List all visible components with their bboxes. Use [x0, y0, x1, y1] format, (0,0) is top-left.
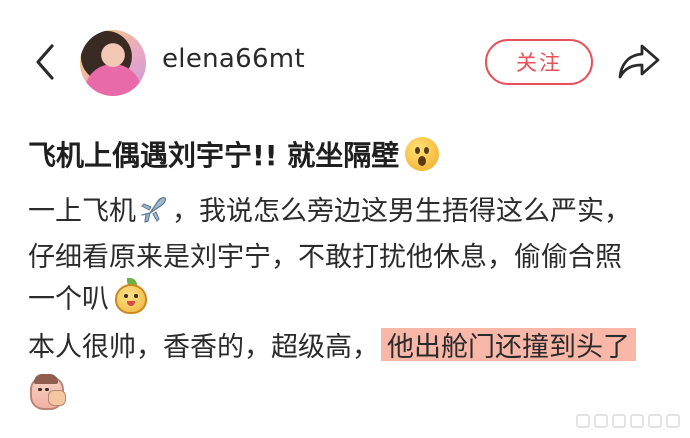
follow-button[interactable]: 关注 — [485, 39, 593, 85]
mango-sticker-icon — [111, 277, 151, 316]
share-arrow-icon — [618, 44, 660, 79]
watermark-logo — [576, 414, 680, 428]
shy-face-sticker-icon — [28, 372, 68, 412]
surprised-face-icon — [405, 137, 440, 171]
chevron-left-icon — [36, 44, 54, 80]
post-header: elena66mt 关注 — [0, 0, 690, 122]
body-text: 本人很帅，香香的，超级高， — [28, 332, 379, 363]
post-body-line-4: 本人很帅，香香的，超级高， 他出舱门还撞到头了 — [28, 325, 636, 364]
post-title-text: 飞机上偶遇刘宇宁!! 就坐隔壁 — [28, 139, 400, 172]
highlighted-text: 他出舱门还撞到头了 — [381, 325, 636, 364]
post-title: 飞机上偶遇刘宇宁!! 就坐隔壁 — [28, 134, 440, 174]
post-body-line-2: 仔细看原来是刘宇宁，不敢打扰他休息，偷偷合照 — [28, 235, 622, 274]
back-button[interactable] — [28, 40, 62, 84]
username[interactable]: elena66mt — [162, 44, 305, 74]
body-text: 一上飞机 — [28, 196, 136, 227]
body-text: 一个叭 — [28, 284, 109, 315]
avatar[interactable] — [80, 30, 146, 96]
body-text: ，我说怎么旁边这男生捂得这么严实， — [172, 196, 631, 227]
airplane-icon — [141, 196, 166, 223]
post-body-line-3: 一个叭 — [28, 277, 151, 316]
post-body-line-1: 一上飞机 ，我说怎么旁边这男生捂得这么严实， — [28, 189, 631, 228]
share-button[interactable] — [616, 40, 662, 84]
body-text: 仔细看原来是刘宇宁，不敢打扰他休息，偷偷合照 — [28, 242, 622, 273]
